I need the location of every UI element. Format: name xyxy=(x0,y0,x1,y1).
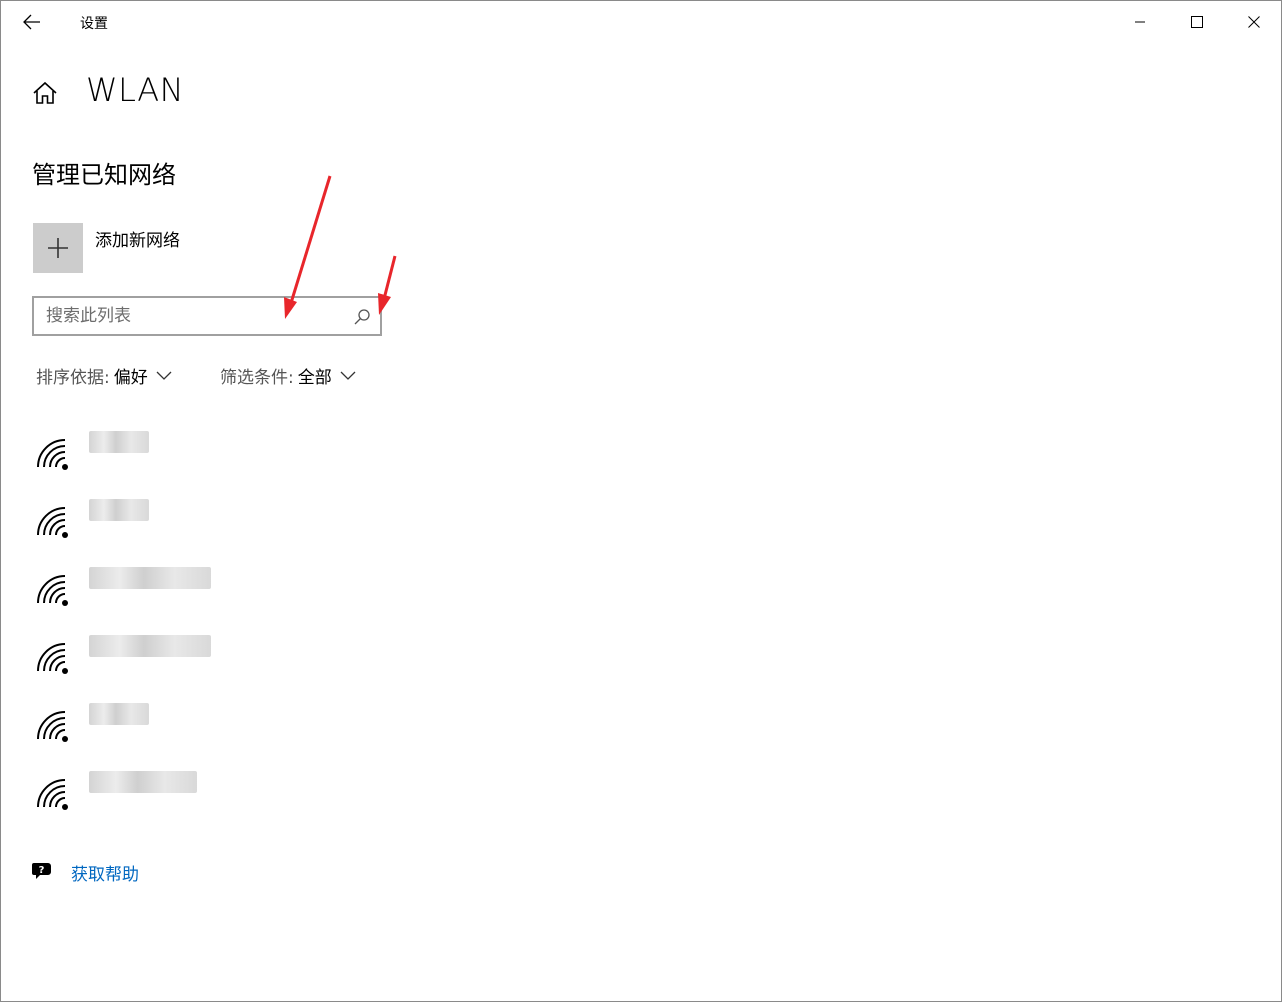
minimize-icon xyxy=(1134,21,1145,23)
list-item[interactable] xyxy=(31,421,331,481)
home-icon[interactable] xyxy=(31,79,59,107)
network-name xyxy=(89,567,211,589)
settings-window: 设置 WLAN 管理已知网络 添加新网络 排序依据: 偏好 xyxy=(0,0,1282,1002)
add-network-label[interactable]: 添加新网络 xyxy=(95,226,180,251)
list-item[interactable] xyxy=(31,693,331,753)
wifi-icon xyxy=(37,711,68,742)
sort-dropdown[interactable]: 排序依据: 偏好 xyxy=(36,363,172,388)
help-chat-icon: ? xyxy=(32,863,51,879)
filter-dropdown[interactable]: 筛选条件: 全部 xyxy=(220,363,356,388)
wifi-icon xyxy=(37,575,68,606)
network-name xyxy=(89,703,149,725)
search-box[interactable] xyxy=(32,296,382,336)
search-icon[interactable] xyxy=(352,307,372,327)
filter-label: 筛选条件: xyxy=(220,368,294,388)
maximize-icon xyxy=(1190,16,1203,28)
chevron-down-icon xyxy=(156,371,172,380)
wifi-icon xyxy=(37,643,68,674)
title-bar: 设置 xyxy=(1,1,1281,43)
sort-label: 排序依据: xyxy=(36,368,110,388)
wifi-icon xyxy=(37,779,68,810)
list-item[interactable] xyxy=(31,489,331,549)
list-item[interactable] xyxy=(31,625,331,685)
network-name xyxy=(89,431,149,453)
plus-icon xyxy=(48,238,68,258)
wifi-icon xyxy=(37,507,68,538)
list-item[interactable] xyxy=(31,557,331,617)
network-name xyxy=(89,499,149,521)
get-help-link[interactable]: 获取帮助 xyxy=(71,860,139,885)
window-title: 设置 xyxy=(80,16,108,32)
close-icon xyxy=(1247,16,1260,28)
filter-value: 全部 xyxy=(297,368,332,388)
add-network-button[interactable] xyxy=(33,223,83,273)
back-arrow-icon xyxy=(23,14,40,30)
page-title: WLAN xyxy=(86,71,185,109)
svg-text:?: ? xyxy=(39,865,45,876)
list-item[interactable] xyxy=(31,761,331,821)
close-button[interactable] xyxy=(1225,1,1282,43)
back-button[interactable] xyxy=(15,7,49,37)
section-title: 管理已知网络 xyxy=(32,161,176,189)
minimize-button[interactable] xyxy=(1111,1,1168,43)
network-name xyxy=(89,771,197,793)
network-name xyxy=(89,635,211,657)
chevron-down-icon xyxy=(340,371,356,380)
search-input[interactable] xyxy=(46,305,346,327)
maximize-button[interactable] xyxy=(1168,1,1225,43)
wifi-icon xyxy=(37,439,68,470)
sort-value: 偏好 xyxy=(113,368,148,388)
